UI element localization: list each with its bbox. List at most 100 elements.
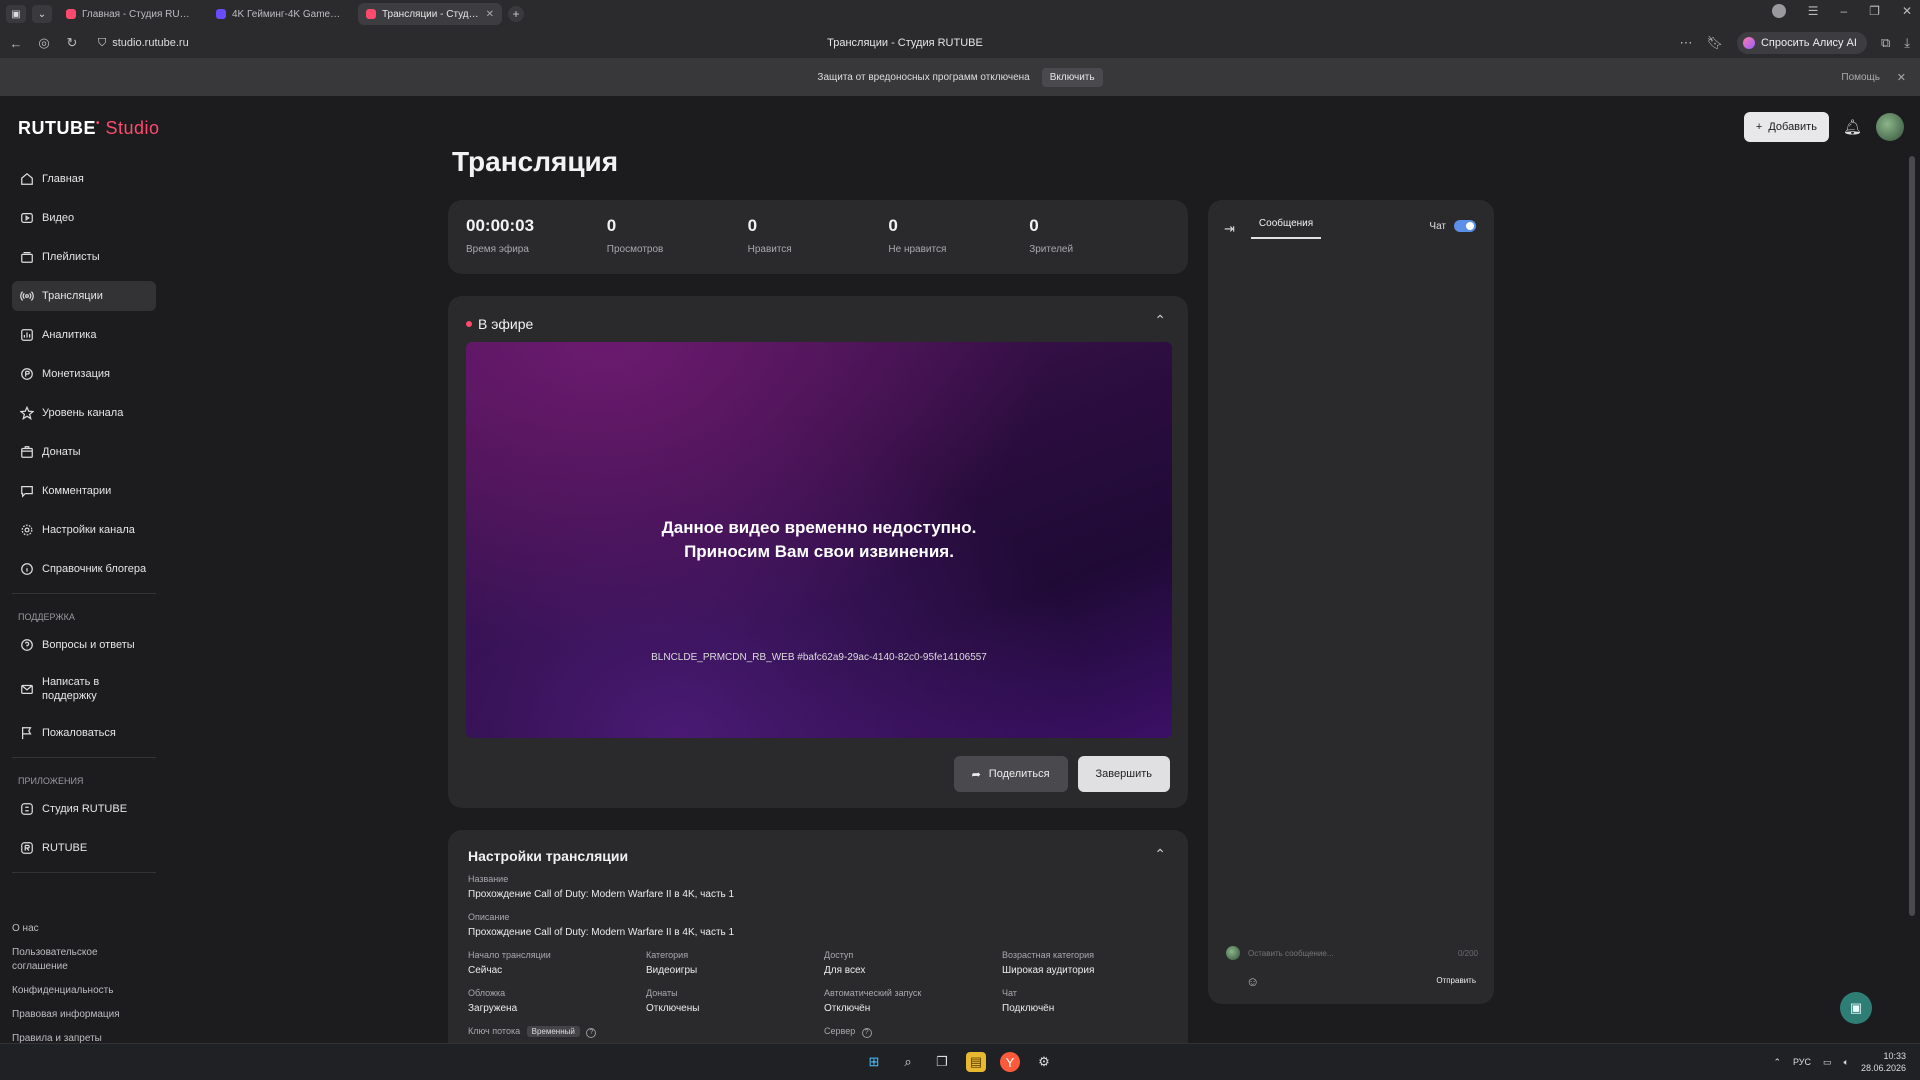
sidebar-item-blogger-guide[interactable]: Справочник блогера [12,554,156,584]
help-question-icon[interactable]: ? [861,1028,872,1038]
sidebar-item-comments[interactable]: Комментарии [12,476,156,506]
apps-heading: ПРИЛОЖЕНИЯ [18,776,84,786]
sidebar-item-monetization[interactable]: Монетизация [12,359,156,389]
tab-list-chevron-icon[interactable]: ⌄ [32,5,52,23]
send-button[interactable]: Отправить [1436,976,1476,985]
protection-infobar: Защита от вредоносных программ отключена… [0,58,1920,96]
avatar [1226,946,1240,960]
playlist-icon [20,250,34,264]
browser-tab-4k-gaming[interactable]: 4K Гейминг-4K Games, C [208,3,352,25]
avatar[interactable] [1876,113,1904,141]
search-icon[interactable]: ⌕ [898,1052,918,1072]
restore-icon[interactable]: ❐ [1869,4,1880,18]
help-link[interactable]: Помощь [1841,72,1880,83]
support-chat-button[interactable]: ▣ [1840,992,1872,1024]
field-description: Описание Прохождение Call of Duty: Moder… [468,912,735,938]
collapse-panel-icon[interactable]: ⇥ [1224,221,1235,237]
studio-app-icon [20,802,34,816]
extensions-icon[interactable]: ⧉ [1881,35,1890,51]
rutube-favicon-icon [66,9,76,19]
footer-link-user-agreement[interactable]: Пользовательское соглашение [12,946,152,974]
sidebar-item-analytics[interactable]: Аналитика [12,320,156,350]
ask-alice-button[interactable]: Спросить Алису AI [1736,32,1867,54]
file-explorer-icon[interactable]: ▤ [966,1052,986,1072]
live-card: В эфире ⌃ Данное видео временно недоступ… [448,296,1188,808]
close-window-icon[interactable]: ✕ [1902,4,1912,18]
sidebar-item-channel-level[interactable]: Уровень канала [12,398,156,428]
sidebar-item-studio-app[interactable]: Студия RUTUBE [12,794,156,824]
chat-message-input[interactable] [1248,948,1450,958]
menu-icon[interactable]: ☰ [1808,4,1819,18]
share-button[interactable]: ➦ Поделиться [953,756,1068,792]
more-icon[interactable]: ⋯ [1679,35,1692,51]
video-player[interactable]: Данное видео временно недоступно. Принос… [466,342,1172,738]
footer-link-rules[interactable]: Правила и запреты [12,1032,152,1043]
app-icon[interactable]: ⚙ [1034,1052,1054,1072]
browser-tab-broadcasts[interactable]: Трансляции - Студия RUTUBE ✕ [358,3,502,25]
chat-panel: ⇥ Сообщения Чат 0/200 ☺ Отправить [1208,200,1494,1004]
infobar-message: Защита от вредоносных программ отключена [817,71,1030,83]
address-bar: ← ◎ ↻ ⛉ studio.rutube.ru Трансляции - Ст… [0,28,1920,58]
sidebar-item-faq[interactable]: Вопросы и ответы [12,630,156,660]
sidebar-item-home[interactable]: Главная [12,164,156,194]
field-donates: Донаты Отключены [646,988,700,1014]
footer-link-legal[interactable]: Правовая информация [12,1008,152,1022]
page-scrollbar[interactable] [1904,96,1920,1043]
sidebar-item-video[interactable]: Видео [12,203,156,233]
temporary-key-badge: Временный [526,1026,580,1037]
yandex-browser-icon[interactable]: Y [1000,1052,1020,1072]
infobar-close-icon[interactable]: ✕ [1897,71,1906,84]
keyboard-language[interactable]: РУС [1793,1057,1811,1067]
scrollbar-thumb[interactable] [1909,156,1915,916]
new-tab-button[interactable]: + [508,6,524,22]
tab-messages[interactable]: Сообщения [1250,218,1322,239]
help-question-icon[interactable]: ? [586,1028,597,1038]
enable-protection-button[interactable]: Включить [1041,67,1103,87]
support-heading: ПОДДЕРЖКА [18,612,75,622]
rutube-studio-logo[interactable]: RUTUBE• Studio [18,118,160,139]
tray-chevron-up-icon[interactable]: ⌃ [1773,1057,1781,1068]
network-icon[interactable]: ▭ [1823,1057,1832,1068]
sidebar: Главная Видео Плейлисты Трансляции Анали… [12,164,156,891]
channel-favicon-icon [216,9,226,19]
sidebar-item-report[interactable]: Пожаловаться [12,718,156,748]
stream-stats-card: 00:00:03 Время эфира 0 Просмотров 0 Нрав… [448,200,1188,274]
volume-icon[interactable]: 🔈︎ [1844,1057,1849,1068]
notifications-bell-icon[interactable]: 🔔︎ [1843,118,1862,136]
sidebar-item-channel-settings[interactable]: Настройки канала [12,515,156,545]
windows-start-icon[interactable]: ⊞ [864,1052,884,1072]
browser-tab-home[interactable]: Главная - Студия RUTUBE [58,3,202,25]
sidebar-item-broadcasts[interactable]: Трансляции [12,281,156,311]
sidebar-item-contact-support[interactable]: Написать в поддержку [12,669,156,709]
sidebar-item-donates[interactable]: Донаты [12,437,156,467]
comment-icon [20,484,34,498]
download-icon[interactable]: ⤓ [1904,35,1910,51]
emoji-icon[interactable]: ☺ [1246,974,1259,989]
stat-viewers: 0 Зрителей [1029,216,1074,255]
task-view-icon[interactable]: ❐ [932,1052,952,1072]
sidebar-divider [12,872,156,873]
field-title: Название Прохождение Call of Duty: Moder… [468,874,735,900]
bookmark-icon[interactable]: 🔖︎ [1706,35,1723,51]
stat-likes: 0 Нравится [747,216,792,255]
tab-manager-button[interactable]: ▣ [6,5,26,23]
chat-toggle[interactable] [1454,220,1476,232]
clock[interactable]: 10:33 28.06.2026 [1861,1050,1906,1074]
collapse-chevron-up-icon[interactable]: ⌃ [1154,312,1166,329]
footer-link-about[interactable]: О нас [12,922,152,936]
add-button[interactable]: + Добавить [1743,112,1829,142]
footer-link-privacy[interactable]: Конфиденциальность [12,984,152,998]
finish-stream-button[interactable]: Завершить [1077,756,1170,792]
gear-icon [20,523,34,537]
sidebar-divider [12,593,156,594]
minimize-icon[interactable]: – [1840,4,1847,18]
star-icon [20,406,34,420]
profile-icon[interactable] [1771,4,1786,18]
close-tab-icon[interactable]: ✕ [486,9,494,20]
sidebar-item-rutube-app[interactable]: RUTUBE [12,833,156,863]
player-error-code: BLNCLDE_PRMCDN_RB_WEB #bafc62a9-29ac-414… [651,652,987,663]
collapse-chevron-up-icon[interactable]: ⌃ [1154,846,1166,863]
field-autostart: Автоматический запуск Отключён [824,988,922,1014]
sidebar-item-playlists[interactable]: Плейлисты [12,242,156,272]
field-age-category: Возрастная категория Широкая аудитория [1002,950,1095,976]
